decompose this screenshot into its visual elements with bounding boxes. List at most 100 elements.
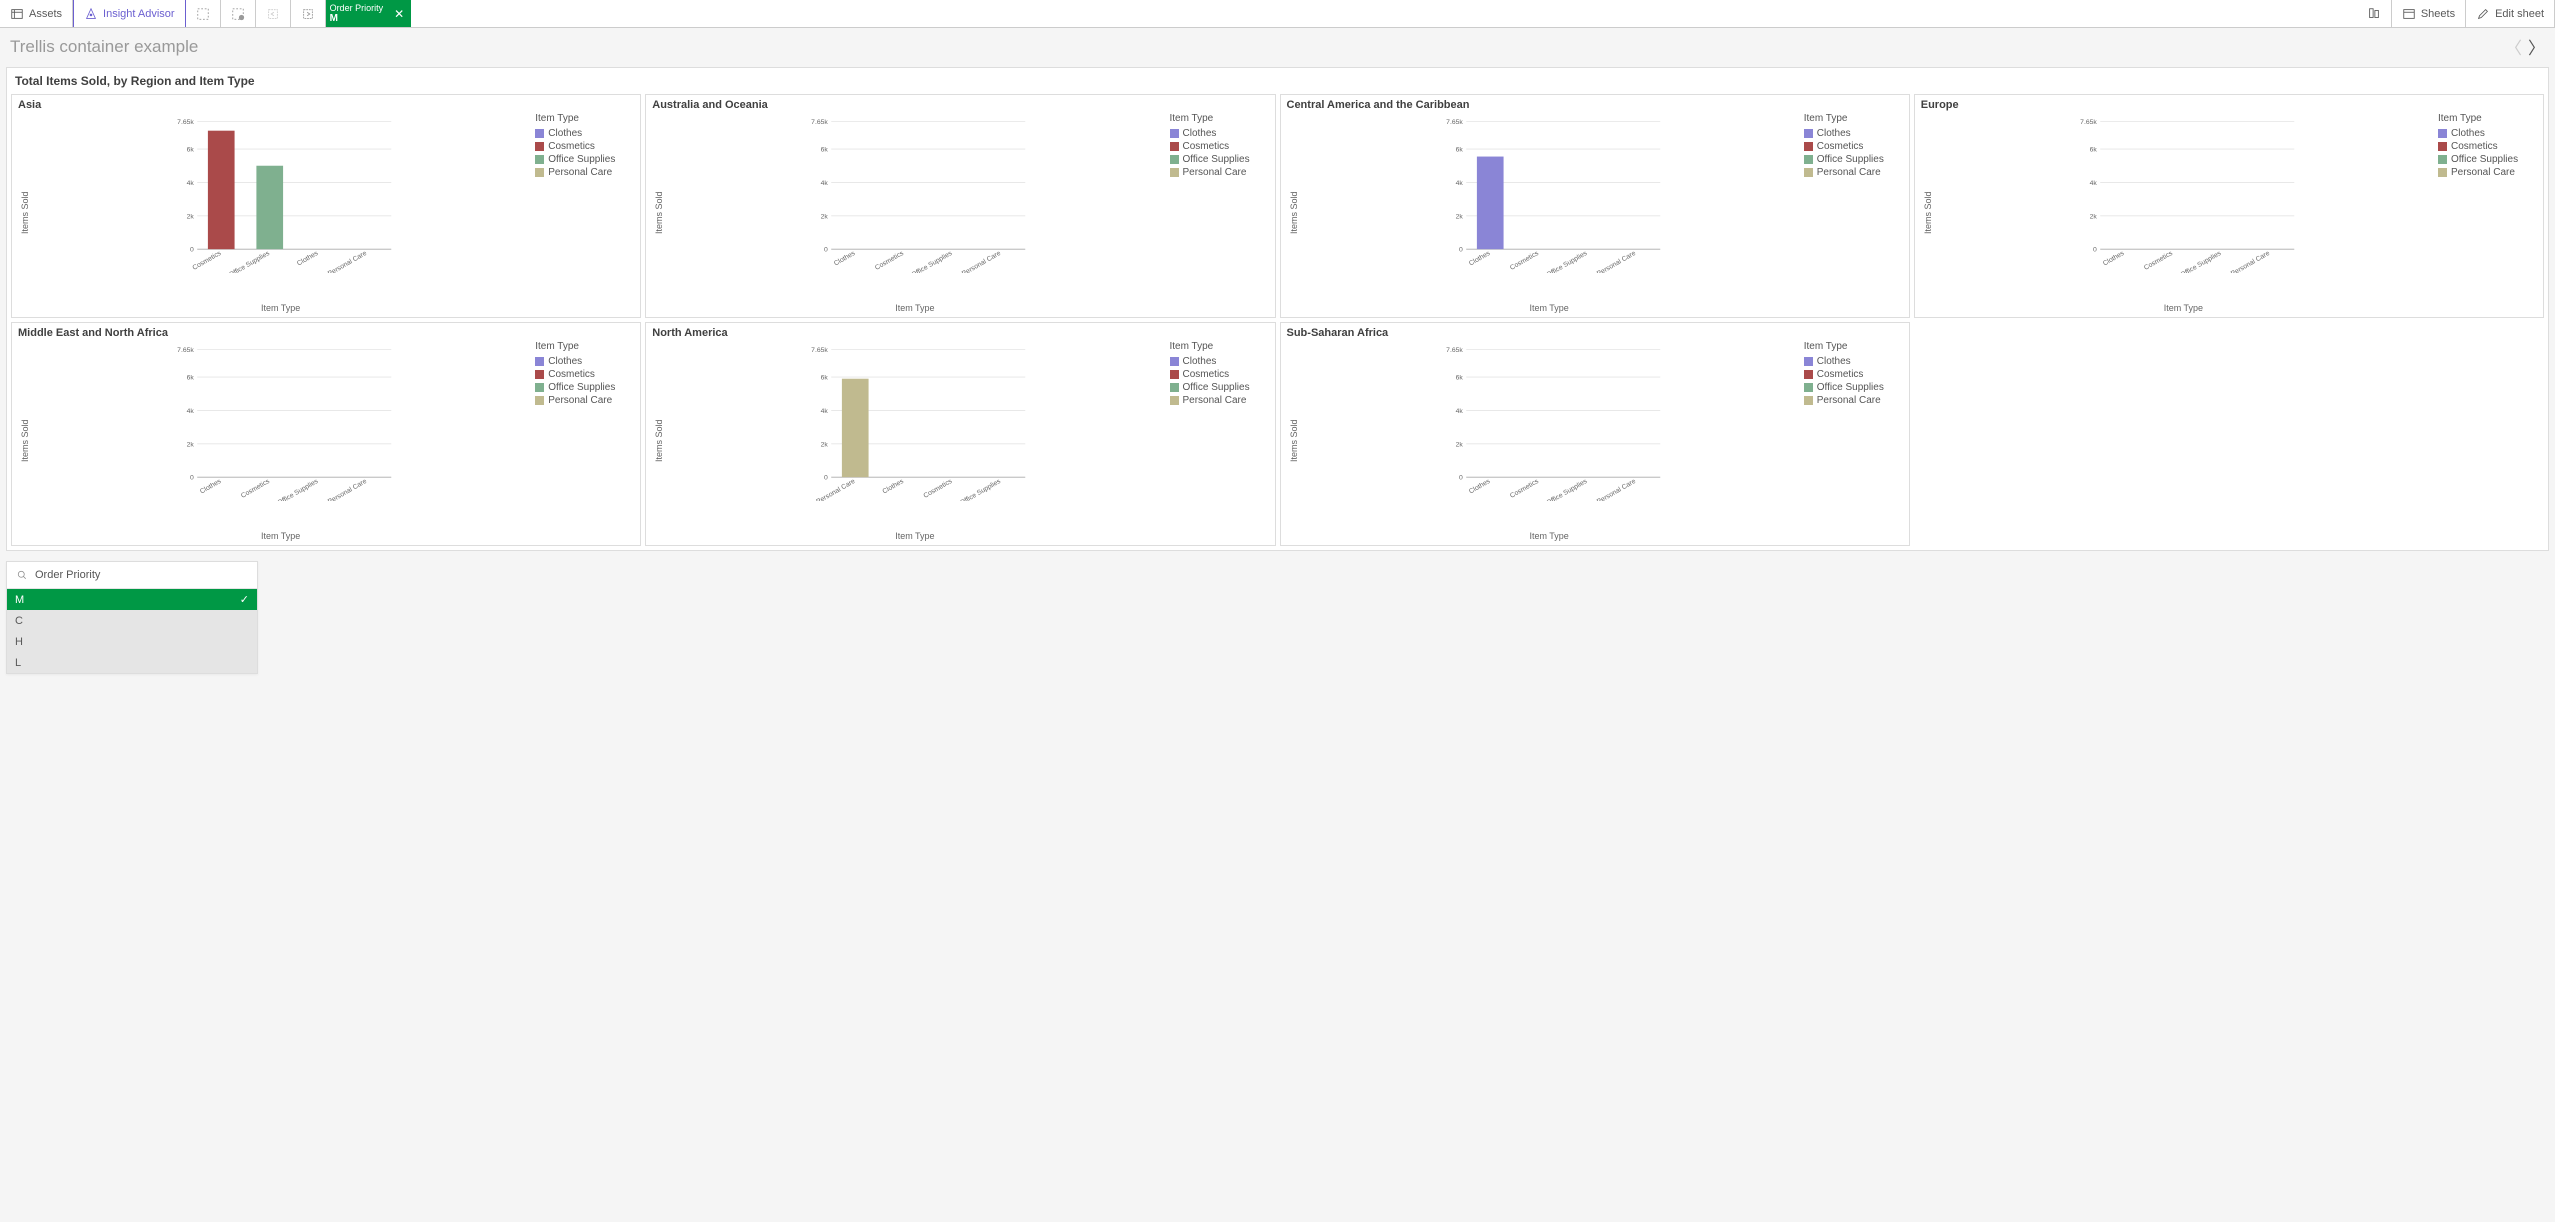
chart-region-title: Middle East and North Africa <box>18 327 634 339</box>
legend-item[interactable]: Cosmetics <box>535 369 634 380</box>
legend-item[interactable]: Personal Care <box>1170 395 1269 406</box>
selections-tool-button[interactable] <box>221 0 256 27</box>
legend-item[interactable]: Office Supplies <box>1170 382 1269 393</box>
svg-text:Personal Care: Personal Care <box>1595 478 1636 501</box>
legend-item[interactable]: Clothes <box>1804 128 1903 139</box>
assets-button[interactable]: Assets <box>0 0 73 27</box>
legend-label: Clothes <box>1817 128 1851 139</box>
svg-text:2k: 2k <box>187 441 195 448</box>
chart-cell[interactable]: Australia and OceaniaItems Sold02k4k6k7.… <box>645 94 1275 318</box>
legend-label: Office Supplies <box>1183 382 1250 393</box>
legend-swatch <box>535 370 544 379</box>
filter-option-label: C <box>15 615 23 627</box>
legend-item[interactable]: Cosmetics <box>1170 369 1269 380</box>
legend-item[interactable]: Personal Care <box>535 167 634 178</box>
svg-text:0: 0 <box>824 475 828 482</box>
svg-text:7.65k: 7.65k <box>177 347 194 354</box>
legend-item[interactable]: Office Supplies <box>535 382 634 393</box>
chart-cell[interactable]: Central America and the CaribbeanItems S… <box>1280 94 1910 318</box>
trellis-panel: Total Items Sold, by Region and Item Typ… <box>6 67 2549 551</box>
legend-label: Personal Care <box>1183 167 1247 178</box>
x-axis-label: Item Type <box>1301 273 1798 313</box>
filter-option[interactable]: H <box>7 631 257 652</box>
legend-item[interactable]: Office Supplies <box>1804 382 1903 393</box>
legend-item[interactable]: Cosmetics <box>1804 141 1903 152</box>
legend-swatch <box>535 168 544 177</box>
legend-title: Item Type <box>2438 113 2537 124</box>
legend-item[interactable]: Clothes <box>2438 128 2537 139</box>
legend-item[interactable]: Personal Care <box>535 395 634 406</box>
svg-text:4k: 4k <box>1455 180 1463 187</box>
svg-text:6k: 6k <box>2089 147 2097 154</box>
x-axis-label: Item Type <box>32 501 529 541</box>
chart-region-title: Central America and the Caribbean <box>1287 99 1903 111</box>
legend-item[interactable]: Cosmetics <box>2438 141 2537 152</box>
close-icon[interactable]: ✕ <box>391 7 407 21</box>
legend-item[interactable]: Clothes <box>535 128 634 139</box>
legend-label: Office Supplies <box>1183 154 1250 165</box>
legend-item[interactable]: Personal Care <box>2438 167 2537 178</box>
layers-icon <box>10 7 24 21</box>
svg-text:Office Supplies: Office Supplies <box>2179 250 2223 273</box>
legend-item[interactable]: Office Supplies <box>1804 154 1903 165</box>
pencil-icon <box>2476 7 2490 21</box>
chart-cell[interactable]: North AmericaItems Sold02k4k6k7.65kPerso… <box>645 322 1275 546</box>
chart-cell[interactable]: EuropeItems Sold02k4k6k7.65kClothesCosme… <box>1914 94 2544 318</box>
panel-title: Total Items Sold, by Region and Item Typ… <box>7 68 2548 94</box>
svg-text:6k: 6k <box>821 147 829 154</box>
legend-item[interactable]: Office Supplies <box>1170 154 1269 165</box>
edit-sheet-button[interactable]: Edit sheet <box>2466 0 2555 27</box>
svg-text:0: 0 <box>1459 475 1463 482</box>
bookmarks-button[interactable] <box>2357 0 2392 27</box>
svg-text:7.65k: 7.65k <box>1446 119 1463 126</box>
smart-search-button[interactable] <box>186 0 221 27</box>
filter-header[interactable]: Order Priority <box>7 562 257 588</box>
legend-item[interactable]: Office Supplies <box>2438 154 2537 165</box>
legend-item[interactable]: Office Supplies <box>535 154 634 165</box>
filter-option[interactable]: C <box>7 610 257 631</box>
svg-text:6k: 6k <box>187 375 195 382</box>
legend-swatch <box>1170 142 1179 151</box>
filter-option[interactable]: M✓ <box>7 588 257 610</box>
filter-title: Order Priority <box>35 569 100 581</box>
legend-item[interactable]: Cosmetics <box>1804 369 1903 380</box>
legend-item[interactable]: Clothes <box>1170 356 1269 367</box>
legend-swatch <box>2438 129 2447 138</box>
legend-swatch <box>535 142 544 151</box>
legend-item[interactable]: Cosmetics <box>535 141 634 152</box>
chart-cell[interactable]: Middle East and North AfricaItems Sold02… <box>11 322 641 546</box>
filter-option-label: H <box>15 636 23 648</box>
next-sheet-button[interactable]: 〉 <box>2528 34 2545 59</box>
chart-cell[interactable]: AsiaItems Sold02k4k6k7.65kCosmeticsOffic… <box>11 94 641 318</box>
legend-swatch <box>535 357 544 366</box>
legend-label: Cosmetics <box>1817 141 1864 152</box>
prev-sheet-button[interactable]: 〈 <box>2505 34 2522 59</box>
legend-swatch <box>1804 383 1813 392</box>
legend-item[interactable]: Cosmetics <box>1170 141 1269 152</box>
legend-item[interactable]: Personal Care <box>1170 167 1269 178</box>
legend-item[interactable]: Clothes <box>1804 356 1903 367</box>
legend-item[interactable]: Personal Care <box>1804 395 1903 406</box>
chart-region-title: Europe <box>1921 99 2537 111</box>
sheets-button[interactable]: Sheets <box>2392 0 2466 27</box>
svg-text:0: 0 <box>2093 247 2097 254</box>
insight-advisor-button[interactable]: Insight Advisor <box>73 0 186 27</box>
selection-search-icon <box>196 7 210 21</box>
y-axis-label: Items Sold <box>18 113 32 313</box>
svg-text:4k: 4k <box>2089 180 2097 187</box>
legend-swatch <box>1804 357 1813 366</box>
x-axis-label: Item Type <box>1301 501 1798 541</box>
legend-item[interactable]: Clothes <box>535 356 634 367</box>
legend-swatch <box>2438 155 2447 164</box>
selection-tag[interactable]: Order Priority M ✕ <box>326 0 412 27</box>
legend-item[interactable]: Personal Care <box>1804 167 1903 178</box>
legend-item[interactable]: Clothes <box>1170 128 1269 139</box>
filter-option[interactable]: L <box>7 652 257 673</box>
legend-label: Personal Care <box>2451 167 2515 178</box>
filter-pane: Order Priority M✓ CHL <box>6 561 258 674</box>
legend-swatch <box>1170 357 1179 366</box>
step-back-button[interactable] <box>256 0 291 27</box>
chart-cell[interactable]: Sub-Saharan AfricaItems Sold02k4k6k7.65k… <box>1280 322 1910 546</box>
step-forward-button[interactable] <box>291 0 326 27</box>
legend-swatch <box>1170 129 1179 138</box>
